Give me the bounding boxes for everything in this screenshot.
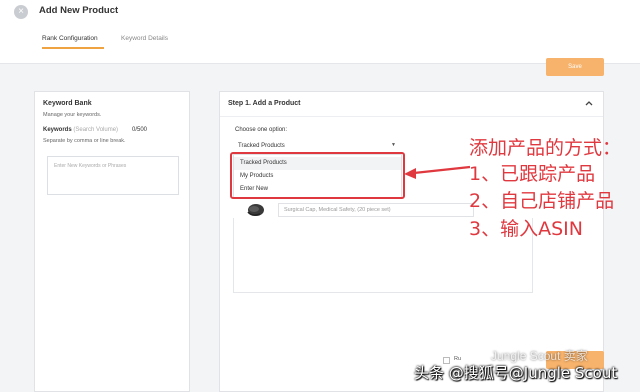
watermark: 头条 @搜狐号@Jungle Scout <box>414 364 618 382</box>
modal-title: Add New Product <box>39 5 119 16</box>
keywords-textarea[interactable]: Enter New Keywords or Phrases <box>47 156 179 195</box>
tab-rank-configuration[interactable]: Rank Configuration <box>42 35 98 42</box>
keyword-count: 0/500 <box>131 127 147 133</box>
product-thumbnail <box>244 199 266 221</box>
chevron-down-icon: ▼ <box>391 142 396 148</box>
annotation-title: 添加产品的方式： <box>469 137 622 159</box>
keywords-label: Keywords (Search Volume) <box>43 127 118 133</box>
keyword-bank-title: Keyword Bank <box>43 100 92 107</box>
active-tab-underline <box>42 47 104 49</box>
divider <box>220 116 603 117</box>
modal-header: × Add New Product Rank Configuration Key… <box>0 0 640 64</box>
close-icon[interactable]: × <box>14 5 28 19</box>
keyword-bank-subtitle: Manage your keywords. <box>43 112 102 118</box>
keyword-bank-panel: Keyword Bank Manage your keywords. Keywo… <box>34 91 190 392</box>
save-button[interactable]: Save <box>546 58 604 76</box>
annotation-line-2: 2、自己店铺产品 <box>469 190 615 212</box>
step1-title: Step 1. Add a Product <box>228 100 301 107</box>
keywords-label-text: Keywords <box>43 127 72 133</box>
highlight-box <box>230 152 405 199</box>
tab-keyword-details[interactable]: Keyword Details <box>121 35 168 42</box>
annotation-line-3: 3、输入ASIN <box>469 218 583 240</box>
choose-option-label: Choose one option: <box>235 127 288 133</box>
annotation-line-1: 1、已跟踪产品 <box>469 163 596 185</box>
separator-note: Separate by comma or line break. <box>43 138 126 144</box>
product-search-input[interactable]: Surgical Cap, Medical Safety, (20 piece … <box>278 203 474 217</box>
search-volume-label: (Search Volume) <box>73 127 119 133</box>
chevron-up-icon[interactable] <box>585 99 593 108</box>
selected-option: Tracked Products <box>238 143 285 149</box>
annotation-arrow <box>404 165 471 179</box>
